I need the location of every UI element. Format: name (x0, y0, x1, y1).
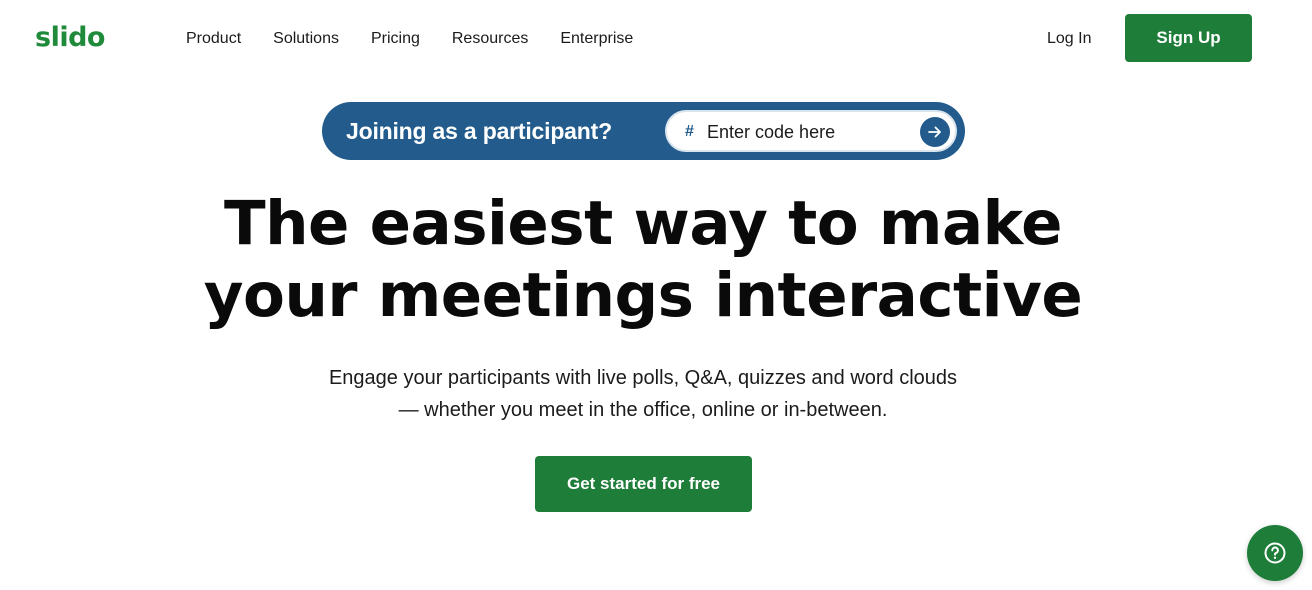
join-go-button[interactable] (920, 117, 950, 147)
participant-join-bar: Joining as a participant? # (322, 102, 965, 160)
signup-button[interactable]: Sign Up (1125, 14, 1252, 62)
question-circle-icon (1264, 542, 1286, 564)
subtext-line-1: Engage your participants with live polls… (328, 367, 958, 389)
hero-headline: The easiest way to make your meetings in… (0, 188, 1286, 332)
slido-logo[interactable]: slido (35, 22, 105, 53)
get-started-button[interactable]: Get started for free (535, 456, 752, 512)
event-code-box[interactable]: # (665, 110, 957, 152)
main-nav: Product Solutions Pricing Resources Ente… (186, 29, 665, 49)
nav-enterprise[interactable]: Enterprise (560, 29, 633, 49)
arrow-right-icon (928, 126, 941, 138)
site-header: slido Product Solutions Pricing Resource… (0, 0, 1312, 78)
hash-icon: # (685, 123, 694, 140)
help-button[interactable] (1247, 525, 1303, 581)
login-link[interactable]: Log In (1047, 29, 1091, 49)
hero-subtext: Engage your participants with live polls… (0, 362, 1286, 426)
headline-line-2: your meetings interactive (203, 260, 1083, 331)
nav-product[interactable]: Product (186, 29, 241, 49)
participant-label: Joining as a participant? (346, 118, 612, 144)
subtext-line-2: — whether you meet in the office, online… (398, 399, 888, 421)
nav-pricing[interactable]: Pricing (371, 29, 420, 49)
event-code-input[interactable] (707, 119, 907, 145)
headline-line-1: The easiest way to make (224, 188, 1062, 259)
nav-solutions[interactable]: Solutions (273, 29, 339, 49)
nav-resources[interactable]: Resources (452, 29, 528, 49)
